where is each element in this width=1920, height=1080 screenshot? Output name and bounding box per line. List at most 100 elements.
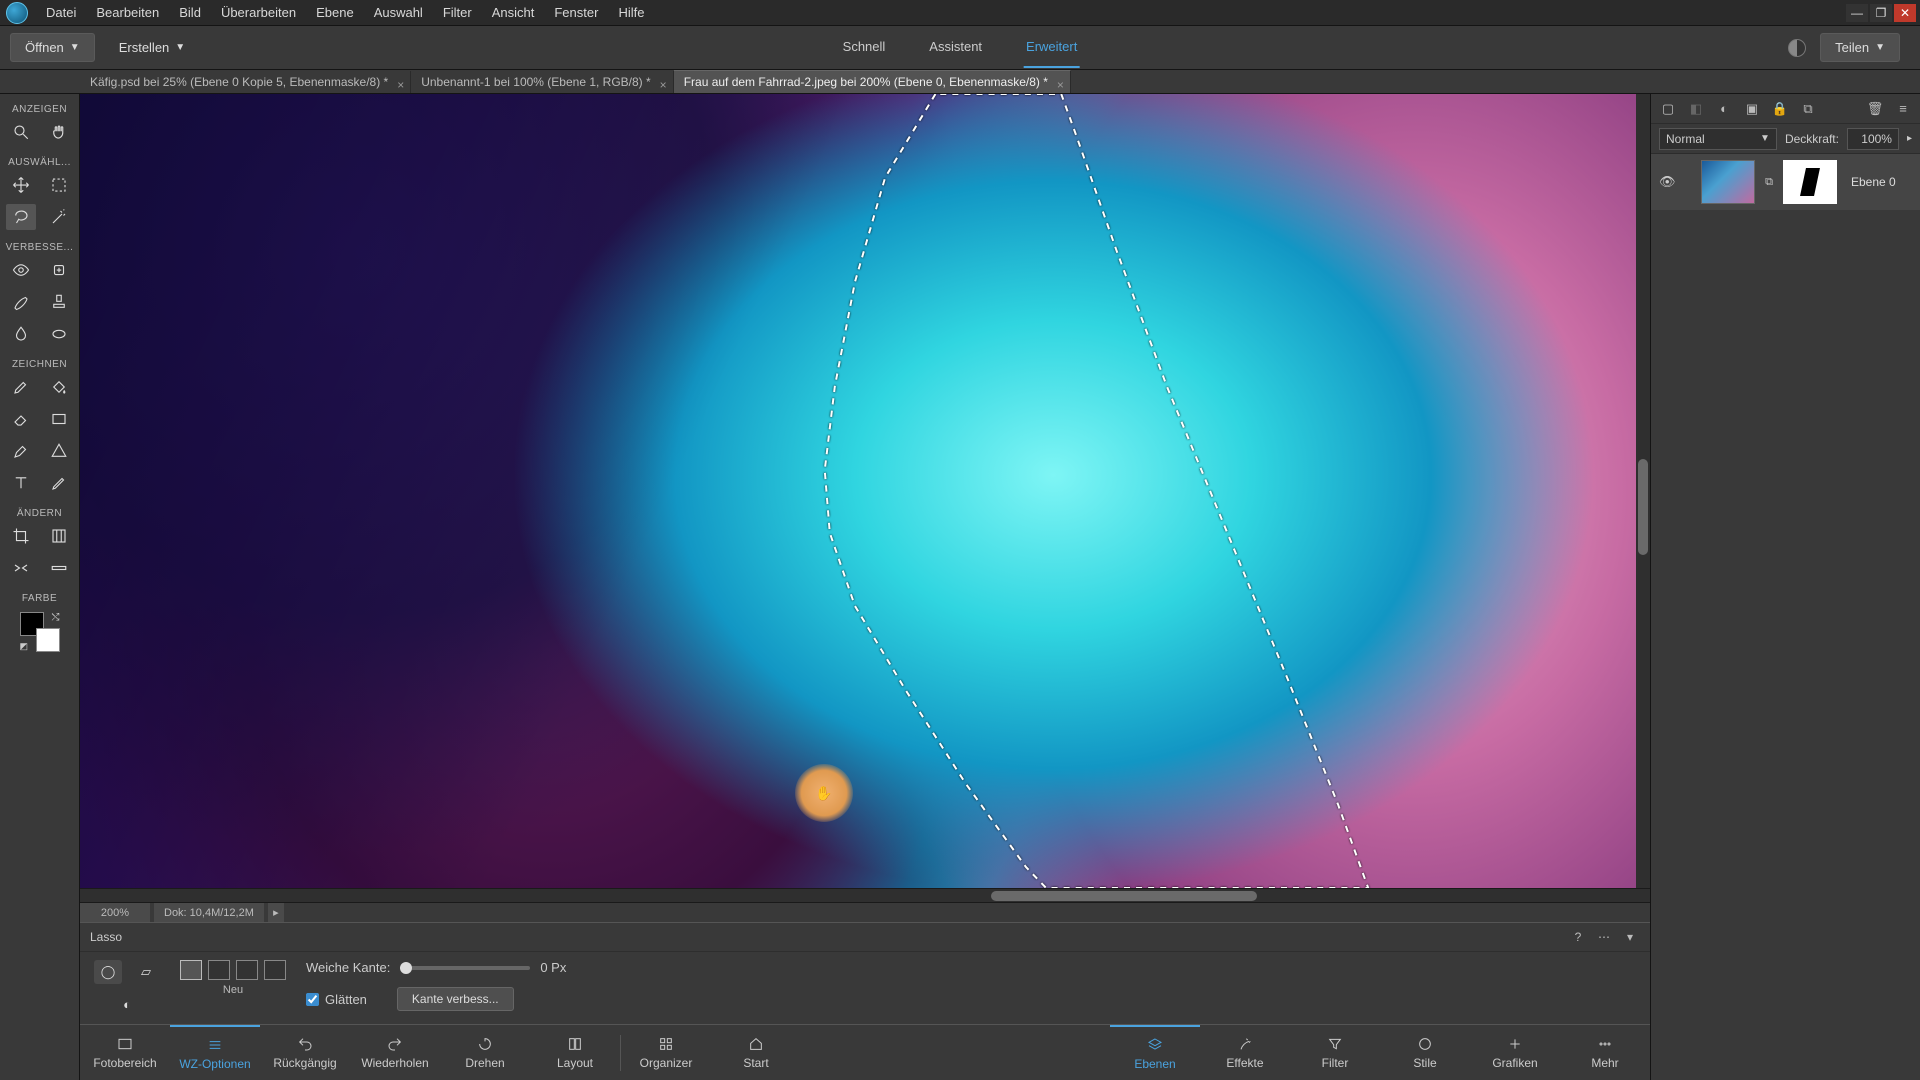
swap-colors-icon[interactable]: ⤭ [52, 612, 60, 623]
layer-thumbnail[interactable] [1701, 160, 1755, 204]
nav-ebenen[interactable]: Ebenen [1110, 1025, 1200, 1080]
refine-edge-button[interactable]: Kante verbess... [397, 987, 514, 1011]
chevron-down-icon[interactable]: ▸ [1907, 133, 1912, 144]
horizontal-scrollbar[interactable] [80, 888, 1650, 902]
nav-wz-optionen[interactable]: WZ-Optionen [170, 1025, 260, 1080]
delete-layer-icon[interactable]: 🗑 [1866, 100, 1884, 118]
status-menu-icon[interactable]: ▸ [268, 903, 284, 923]
nav-mehr[interactable]: Mehr [1560, 1025, 1650, 1080]
lasso-variant-freehand-icon[interactable]: ◯ [94, 960, 122, 984]
nav-fotobereich[interactable]: Fotobereich [80, 1025, 170, 1080]
layer-name[interactable]: Ebene 0 [1851, 175, 1896, 189]
doc-tab-0[interactable]: Käfig.psd bei 25% (Ebene 0 Kopie 5, Eben… [80, 71, 411, 93]
menu-bild[interactable]: Bild [169, 0, 211, 26]
stamp-tool-icon[interactable] [44, 289, 74, 315]
close-tab-icon[interactable]: × [397, 74, 404, 96]
lasso-tool-icon[interactable] [6, 204, 36, 230]
smart-brush-tool-icon[interactable] [6, 289, 36, 315]
move-tool-icon[interactable] [6, 172, 36, 198]
default-colors-icon[interactable]: ◩ [20, 641, 29, 652]
layer-group-icon[interactable]: ◧ [1687, 100, 1705, 118]
antialias-checkbox[interactable]: Glätten [306, 992, 367, 1007]
layer-mask-icon[interactable]: ▣ [1743, 100, 1761, 118]
opacity-input[interactable]: 100% [1847, 128, 1899, 150]
eyedropper-tool-icon[interactable] [6, 438, 36, 464]
magic-wand-tool-icon[interactable] [44, 204, 74, 230]
text-tool-icon[interactable] [6, 470, 36, 496]
gradient-tool-icon[interactable] [44, 406, 74, 432]
window-minimize-icon[interactable]: — [1846, 4, 1868, 22]
color-swatches[interactable]: ⤭ ◩ [20, 612, 60, 652]
menu-ebene[interactable]: Ebene [306, 0, 364, 26]
selection-new-icon[interactable] [180, 960, 202, 980]
close-tab-icon[interactable]: × [660, 74, 667, 96]
scrollbar-thumb[interactable] [1638, 459, 1648, 554]
nav-effekte[interactable]: Effekte [1200, 1025, 1290, 1080]
blur-tool-icon[interactable] [6, 321, 36, 347]
adjustment-layer-icon[interactable]: ◐ [1715, 100, 1733, 118]
menu-ueberarbeiten[interactable]: Überarbeiten [211, 0, 306, 26]
content-move-tool-icon[interactable] [6, 555, 36, 581]
open-button[interactable]: Öffnen ▼ [10, 33, 95, 62]
panel-menu-icon[interactable]: ⋯ [1594, 927, 1614, 947]
nav-redo[interactable]: Wiederholen [350, 1025, 440, 1080]
create-button[interactable]: Erstellen ▼ [105, 34, 199, 61]
menu-bearbeiten[interactable]: Bearbeiten [86, 0, 169, 26]
feather-slider[interactable] [400, 966, 530, 970]
layer-mask-thumbnail[interactable] [1783, 160, 1837, 204]
link-layers-icon[interactable]: ⧉ [1799, 100, 1817, 118]
nav-grafiken[interactable]: Grafiken [1470, 1025, 1560, 1080]
menu-hilfe[interactable]: Hilfe [608, 0, 654, 26]
nav-rotate[interactable]: Drehen [440, 1025, 530, 1080]
layer-visibility-icon[interactable]: 👁 [1659, 174, 1675, 190]
selection-intersect-icon[interactable] [264, 960, 286, 980]
eye-tool-icon[interactable] [6, 257, 36, 283]
vertical-scrollbar[interactable] [1636, 94, 1650, 888]
document-size[interactable]: Dok: 10,4M/12,2M [154, 903, 264, 923]
mode-guided[interactable]: Assistent [927, 27, 984, 68]
menu-filter[interactable]: Filter [433, 0, 482, 26]
help-icon[interactable]: ? [1568, 927, 1588, 947]
hand-tool-icon[interactable] [44, 119, 74, 145]
spot-heal-tool-icon[interactable] [44, 257, 74, 283]
window-close-icon[interactable]: ✕ [1894, 4, 1916, 22]
mode-expert[interactable]: Erweitert [1024, 27, 1079, 68]
nav-organizer[interactable]: Organizer [621, 1025, 711, 1080]
mode-quick[interactable]: Schnell [841, 27, 888, 68]
panel-menu-icon[interactable]: ≡ [1894, 100, 1912, 118]
canvas[interactable]: ✋ [80, 94, 1650, 888]
selection-subtract-icon[interactable] [236, 960, 258, 980]
menu-auswahl[interactable]: Auswahl [364, 0, 433, 26]
window-restore-icon[interactable]: ❐ [1870, 4, 1892, 22]
nav-stile[interactable]: Stile [1380, 1025, 1470, 1080]
doc-tab-2[interactable]: Frau auf dem Fahrrad-2.jpeg bei 200% (Eb… [674, 70, 1071, 93]
nav-filter[interactable]: Filter [1290, 1025, 1380, 1080]
crop-tool-icon[interactable] [6, 523, 36, 549]
blend-mode-select[interactable]: Normal ▼ [1659, 128, 1777, 150]
paint-bucket-tool-icon[interactable] [44, 374, 74, 400]
eraser-tool-icon[interactable] [6, 406, 36, 432]
recompose-tool-icon[interactable] [44, 523, 74, 549]
share-button[interactable]: Teilen ▼ [1820, 33, 1900, 62]
new-layer-icon[interactable]: ▢ [1659, 100, 1677, 118]
doc-tab-1[interactable]: Unbenannt-1 bei 100% (Ebene 1, RGB/8) *× [411, 71, 673, 93]
pencil-tool-icon[interactable] [44, 470, 74, 496]
straighten-tool-icon[interactable] [44, 555, 74, 581]
background-color[interactable] [36, 628, 60, 652]
zoom-tool-icon[interactable] [6, 119, 36, 145]
nav-layout[interactable]: Layout [530, 1025, 620, 1080]
nav-start[interactable]: Start [711, 1025, 801, 1080]
theme-toggle-icon[interactable] [1788, 39, 1806, 57]
mask-link-icon[interactable]: ⧉ [1763, 176, 1775, 189]
nav-undo[interactable]: Rückgängig [260, 1025, 350, 1080]
layer-row[interactable]: 👁 ⧉ Ebene 0 [1651, 154, 1920, 210]
brush-tool-icon[interactable] [6, 374, 36, 400]
marquee-tool-icon[interactable] [44, 172, 74, 198]
shape-tool-icon[interactable] [44, 438, 74, 464]
antialias-input[interactable] [306, 993, 319, 1006]
selection-add-icon[interactable] [208, 960, 230, 980]
menu-fenster[interactable]: Fenster [544, 0, 608, 26]
sponge-tool-icon[interactable] [44, 321, 74, 347]
lock-layer-icon[interactable]: 🔒 [1771, 100, 1789, 118]
close-tab-icon[interactable]: × [1057, 74, 1064, 96]
